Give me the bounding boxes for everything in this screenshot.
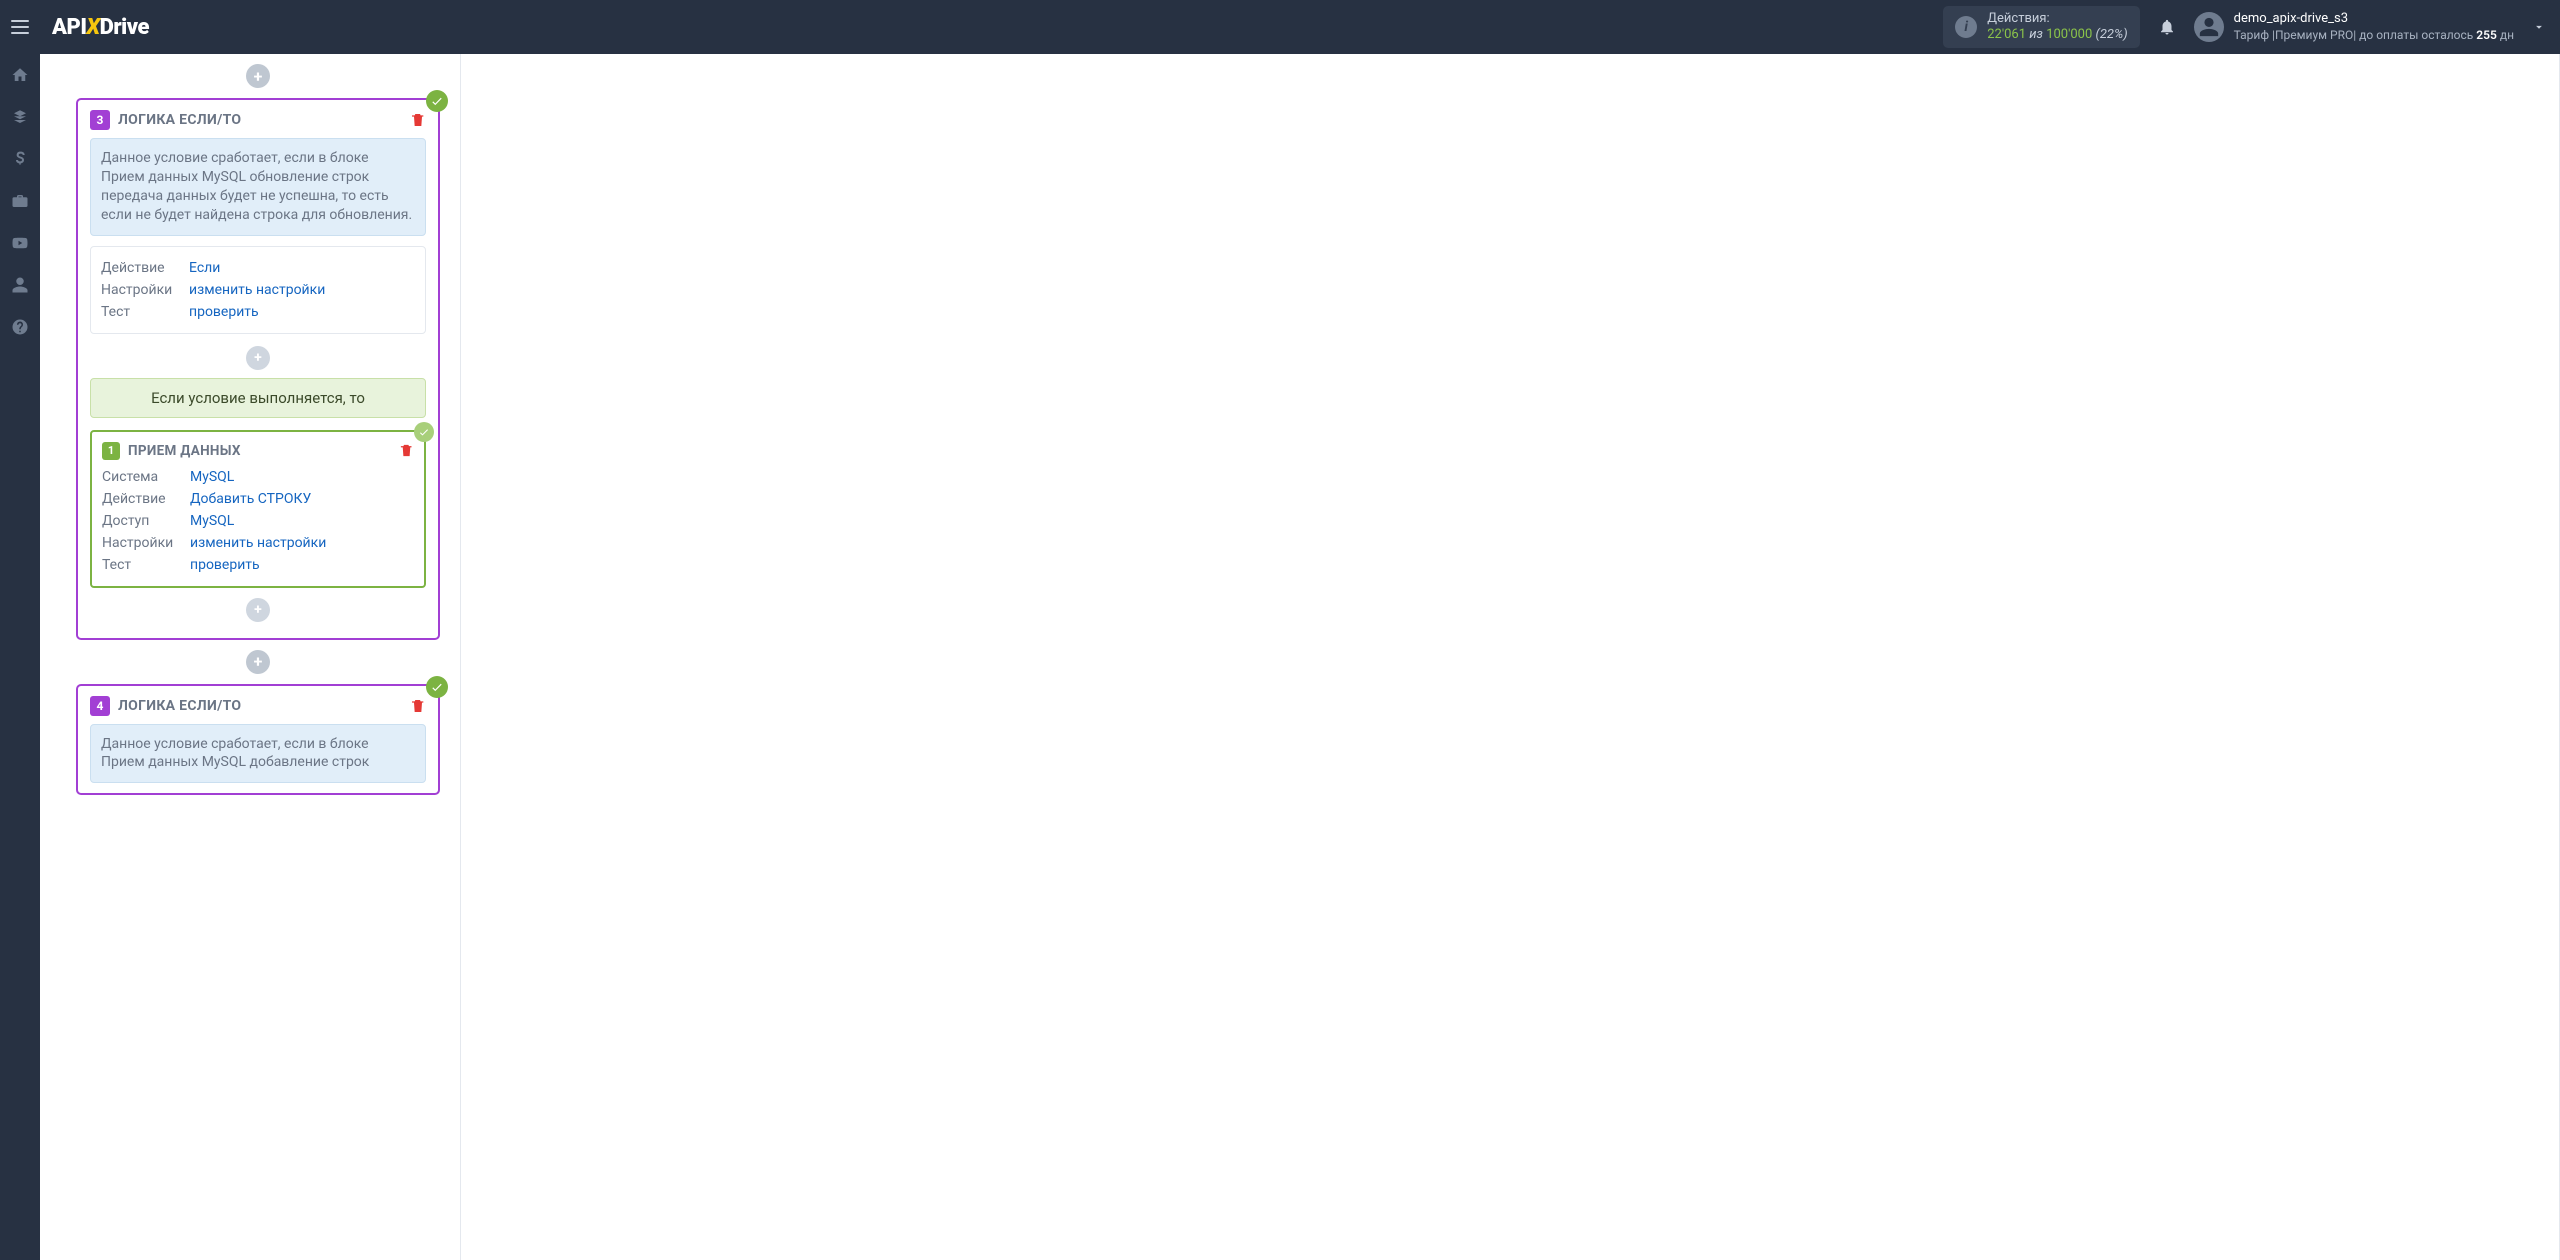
- main-content: [460, 54, 2560, 1260]
- sidebar-item-briefcase[interactable]: [0, 180, 40, 222]
- row-label: Настройки: [101, 282, 189, 298]
- sidebar-item-money[interactable]: [0, 138, 40, 180]
- block-info: Данное условие сработает, если в блоке П…: [90, 724, 426, 784]
- sidebar-item-help[interactable]: [0, 306, 40, 348]
- row-label: Действие: [102, 491, 190, 507]
- menu-icon[interactable]: [0, 7, 40, 47]
- logo[interactable]: APIXDrive: [52, 15, 149, 40]
- topbar: APIXDrive i Действия: 22'061 из 100'000 …: [0, 0, 2560, 54]
- check-icon: [426, 676, 448, 698]
- sidebar: [0, 54, 40, 1260]
- sidebar-item-youtube[interactable]: [0, 222, 40, 264]
- sidebar-item-org[interactable]: [0, 96, 40, 138]
- step-number: 3: [90, 110, 110, 130]
- logic-block-4: 4 ЛОГИКА ЕСЛИ/ТО Данное условие сработае…: [76, 684, 440, 796]
- row-label: Тест: [102, 557, 190, 573]
- username: demo_apix-drive_s3: [2234, 11, 2514, 27]
- actions-label: Действия:: [1987, 11, 2127, 27]
- sidebar-item-user[interactable]: [0, 264, 40, 306]
- row-label: Тест: [101, 304, 189, 320]
- row-value-access[interactable]: MySQL: [190, 513, 234, 529]
- block-info: Данное условие сработает, если в блоке П…: [90, 138, 426, 236]
- trash-icon[interactable]: [410, 112, 426, 128]
- actions-counter[interactable]: i Действия: 22'061 из 100'000 (22%): [1943, 6, 2139, 47]
- page: + 3 ЛОГИКА ЕСЛИ/ТО Данное условие сработ…: [40, 54, 2560, 1260]
- row-value-action[interactable]: Если: [189, 260, 220, 276]
- trash-icon[interactable]: [410, 698, 426, 714]
- block-title: ЛОГИКА ЕСЛИ/ТО: [118, 112, 241, 128]
- step-number: 1: [102, 442, 120, 460]
- tariff-info: Тариф |Премиум PRO| до оплаты осталось 2…: [2234, 28, 2514, 43]
- check-icon: [414, 422, 434, 442]
- row-value-action[interactable]: Добавить СТРОКУ: [190, 491, 311, 507]
- chevron-down-icon: [2532, 20, 2546, 34]
- sidebar-item-home[interactable]: [0, 54, 40, 96]
- row-label: Доступ: [102, 513, 190, 529]
- actions-count: 22'061: [1987, 27, 2026, 42]
- row-label: Действие: [101, 260, 189, 276]
- block-title: ЛОГИКА ЕСЛИ/ТО: [118, 698, 241, 714]
- subblock-receive-data: 1 ПРИЕМ ДАННЫХ СистемаMySQL ДействиеДоба…: [90, 430, 426, 588]
- trash-icon[interactable]: [399, 443, 414, 458]
- row-value-test[interactable]: проверить: [190, 557, 260, 573]
- row-value-settings[interactable]: изменить настройки: [190, 535, 326, 551]
- block-title: ПРИЕМ ДАННЫХ: [128, 443, 241, 459]
- block-body: ДействиеЕсли Настройкиизменить настройки…: [90, 246, 426, 334]
- add-step-button[interactable]: +: [246, 650, 270, 674]
- check-icon: [426, 90, 448, 112]
- add-inner-button[interactable]: +: [246, 346, 270, 370]
- row-value-test[interactable]: проверить: [189, 304, 259, 320]
- flow-column: + 3 ЛОГИКА ЕСЛИ/ТО Данное условие сработ…: [40, 54, 460, 1260]
- row-label: Система: [102, 469, 190, 485]
- bell-icon[interactable]: [2158, 18, 2176, 36]
- row-label: Настройки: [102, 535, 190, 551]
- logic-block-3: 3 ЛОГИКА ЕСЛИ/ТО Данное условие сработае…: [76, 98, 440, 640]
- row-value-settings[interactable]: изменить настройки: [189, 282, 325, 298]
- add-step-button[interactable]: +: [246, 64, 270, 88]
- if-true-label: Если условие выполняется, то: [90, 378, 426, 418]
- add-inner-button[interactable]: +: [246, 598, 270, 622]
- info-icon: i: [1955, 16, 1977, 38]
- avatar-icon: [2194, 12, 2224, 42]
- step-number: 4: [90, 696, 110, 716]
- user-menu[interactable]: demo_apix-drive_s3 Тариф |Премиум PRO| д…: [2194, 11, 2546, 42]
- row-value-system[interactable]: MySQL: [190, 469, 234, 485]
